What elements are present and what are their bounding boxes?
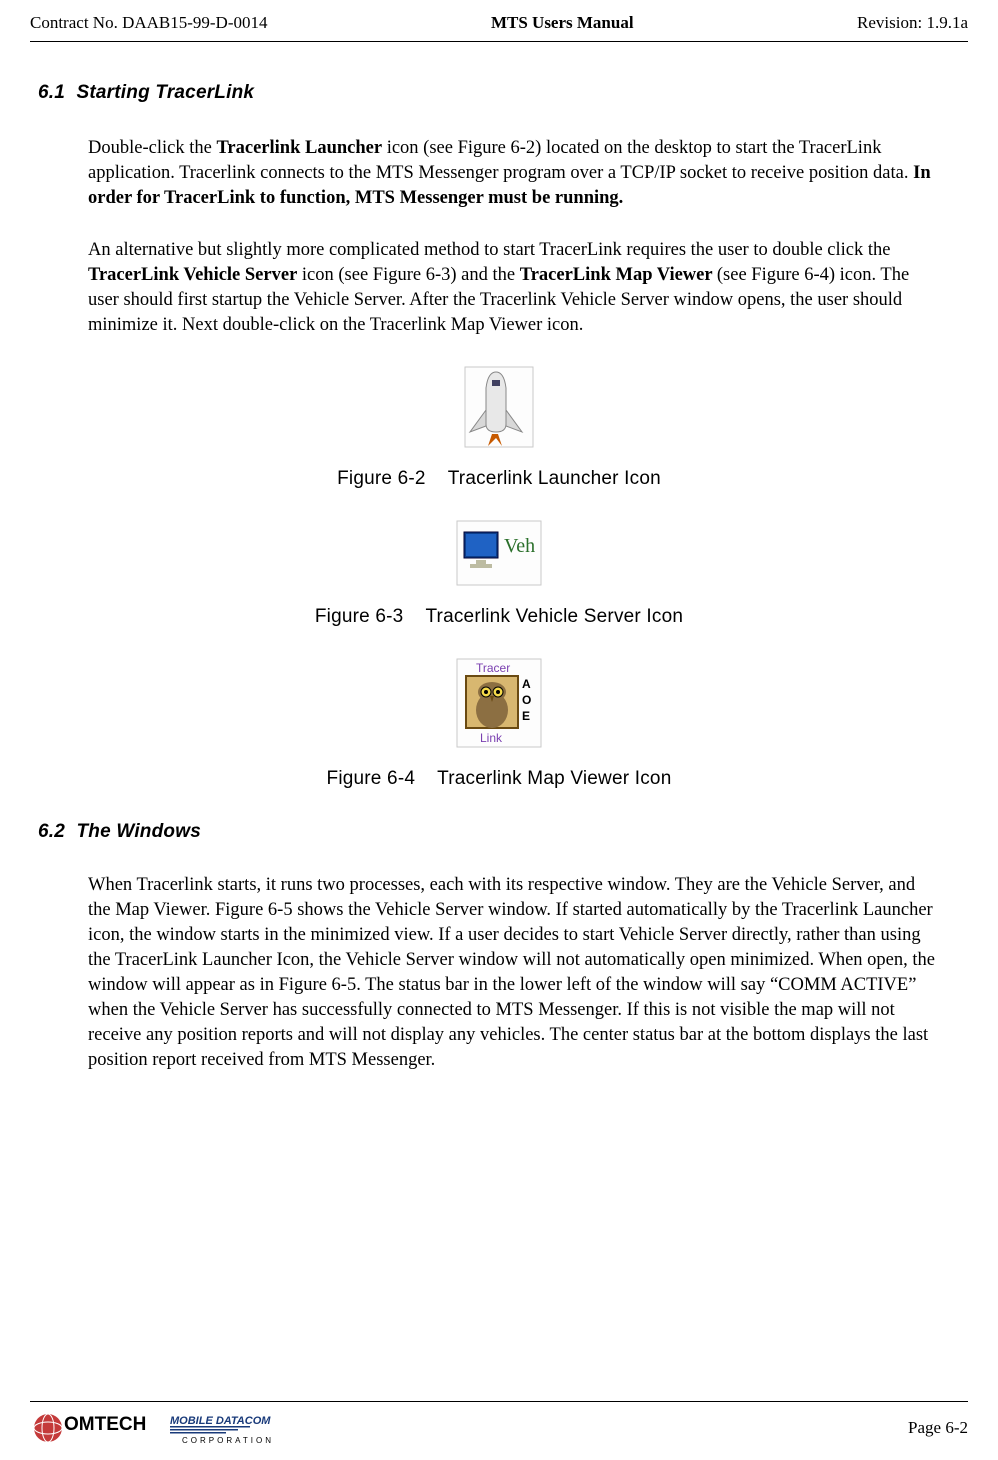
svg-text:E: E [522,709,530,723]
figure-title: Tracerlink Vehicle Server Icon [425,606,683,627]
section-6-2-number: 6.2 [38,819,65,845]
figure-6-2-caption: Figure 6-2 Tracerlink Launcher Icon [337,466,661,492]
header-title: MTS Users Manual [491,12,634,35]
footer-rule [30,1401,968,1402]
page-number: Page 6-2 [908,1417,968,1440]
header-rule [30,41,968,42]
comtech-logo-icon: OMTECH MOBILE DATACOM CORPORATION [30,1408,330,1448]
svg-text:Link: Link [480,731,503,745]
section-6-1-heading: 6.1 Starting TracerLink [38,80,968,106]
tracerlink-launcher-icon [464,366,534,448]
header-contract: Contract No. DAAB15-99-D-0014 [30,12,268,35]
text: An alternative but slightly more complic… [88,240,890,260]
svg-text:Tracer: Tracer [476,661,510,675]
para-6-2-a: When Tracerlink starts, it runs two proc… [88,873,938,1073]
svg-text:A: A [522,677,531,691]
section-6-1-title: Starting TracerLink [77,82,255,103]
header-revision: Revision: 1.9.1a [857,12,968,35]
bold-text: TracerLink Vehicle Server [88,265,297,285]
bold-text: Tracerlink Launcher [216,138,382,158]
bold-text: TracerLink Map Viewer [520,265,717,285]
figure-6-3: Veh Figure 6-3 Tracerlink Vehicle Server … [30,520,968,630]
figure-6-2: Figure 6-2 Tracerlink Launcher Icon [30,366,968,492]
figure-title: Tracerlink Map Viewer Icon [437,768,671,789]
text: icon (see Figure 6-3) and the [297,265,519,285]
svg-text:MOBILE DATACOM: MOBILE DATACOM [170,1415,271,1427]
tracerlink-vehicle-server-icon: Veh [456,520,542,586]
section-6-1-number: 6.1 [38,80,65,106]
svg-text:CORPORATION: CORPORATION [182,1436,274,1445]
section-6-2-heading: 6.2 The Windows [38,819,968,845]
section-6-2-title: The Windows [77,821,201,842]
text: Double-click the [88,138,216,158]
figure-6-3-caption: Figure 6-3 Tracerlink Vehicle Server Icon [315,604,683,630]
figure-number: Figure 6-3 [315,606,404,627]
figure-number: Figure 6-2 [337,468,426,489]
page-footer: OMTECH MOBILE DATACOM CORPORATION Page 6… [30,1401,968,1448]
figure-6-4-caption: Figure 6-4 Tracerlink Map Viewer Icon [327,766,672,792]
figure-title: Tracerlink Launcher Icon [448,468,661,489]
para-6-1-b: An alternative but slightly more complic… [88,238,938,338]
svg-text:OMTECH: OMTECH [64,1414,146,1435]
para-6-1-a: Double-click the Tracerlink Launcher ico… [88,136,938,211]
figure-number: Figure 6-4 [327,768,416,789]
figure-6-4: Tracer A O E Link Figure 6-4 Tracerlink M… [30,658,968,792]
svg-text:Veh: Veh [504,535,535,557]
svg-text:O: O [522,693,531,707]
page-header: Contract No. DAAB15-99-D-0014 MTS Users … [30,12,968,35]
tracerlink-map-viewer-icon: Tracer A O E Link [456,658,542,748]
